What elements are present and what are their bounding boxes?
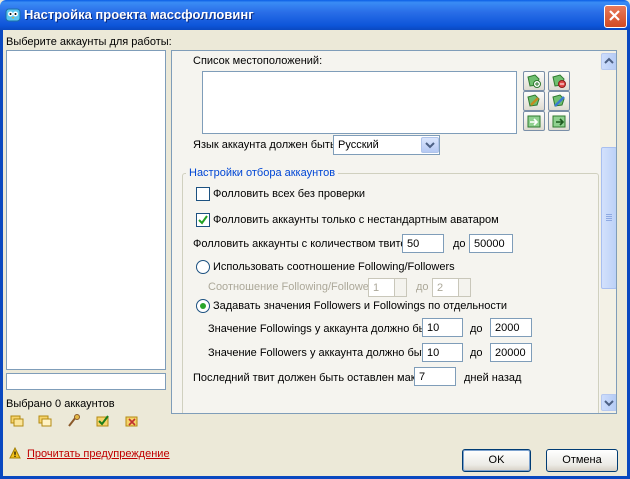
tweets-to-input[interactable]: 50000 <box>469 234 513 253</box>
chevron-down-icon <box>425 142 435 149</box>
separate-radio-label: Задавать значения Followers и Followings… <box>213 300 508 312</box>
checkmark-icon <box>198 215 208 225</box>
tweets-from-input[interactable]: 50 <box>402 234 444 253</box>
follow-all-label: Фолловить всех без проверки <box>213 188 366 200</box>
filter-group-title: Настройки отбора аккаунтов <box>186 167 339 179</box>
tweets-to-value: 50000 <box>474 238 505 250</box>
settings-panel: Список местоположений: Язык аккаунта дол… <box>171 50 617 414</box>
language-dropdown-button[interactable] <box>421 137 439 153</box>
add-location-button[interactable] <box>523 71 545 91</box>
edit-location-button[interactable] <box>523 91 545 111</box>
edit-location-icon <box>527 94 540 107</box>
chevron-up-icon <box>604 57 614 64</box>
followings-from-input[interactable]: 10 <box>422 318 463 337</box>
followings-to-input[interactable]: 2000 <box>490 318 532 337</box>
ok-button[interactable]: OK <box>462 449 531 472</box>
tweets-from-value: 50 <box>407 238 420 250</box>
scroll-down-button[interactable] <box>601 394 616 411</box>
locations-label: Список местоположений: <box>193 55 323 67</box>
search-icon[interactable] <box>66 413 82 429</box>
grip-line <box>606 214 612 215</box>
warning-icon <box>9 447 21 459</box>
last-tweet-days-input[interactable]: 7 <box>414 367 456 386</box>
window-title: Настройка проекта массфолловинг <box>24 7 254 22</box>
separate-radio[interactable] <box>196 299 210 313</box>
grip-line <box>606 216 612 217</box>
settings-content: Список местоположений: Язык аккаунта дол… <box>172 51 600 413</box>
cancel-button[interactable]: Отмена <box>546 449 618 472</box>
remove-location-icon <box>552 74 566 88</box>
app-owl-icon <box>5 8 21 22</box>
language-select[interactable]: Русский <box>333 135 440 155</box>
selected-count: Выбрано 0 аккаунтов <box>6 398 115 410</box>
export-location-button[interactable] <box>548 111 570 131</box>
radio-selected-dot <box>200 303 206 309</box>
settings-dialog: Настройка проекта массфолловинг Выберите… <box>0 0 630 479</box>
grip-line <box>606 218 612 219</box>
ok-button-label: OK <box>488 454 505 466</box>
followers-to-input[interactable]: 20000 <box>490 343 532 362</box>
followings-label: Значение Followings у аккаунта должно бы… <box>208 323 455 335</box>
ratio-radio[interactable] <box>196 260 210 274</box>
tweets-label: Фолловить аккаунты с количеством твитов … <box>193 238 430 250</box>
nonstandard-avatar-checkbox[interactable] <box>196 213 210 227</box>
check-icon[interactable] <box>95 413 111 429</box>
followers-label: Значение Followers у аккаунта должно быт… <box>208 347 450 359</box>
export-icon <box>552 115 566 128</box>
select-all-icon[interactable] <box>9 413 25 429</box>
ratio-to-value: 2 <box>437 282 444 294</box>
grip-line <box>606 220 612 221</box>
followers-to-label: до <box>470 347 483 359</box>
cancel-button-label: Отмена <box>562 454 602 466</box>
followers-to-value: 20000 <box>495 347 526 359</box>
chevron-down-icon <box>604 400 614 407</box>
locations-list[interactable] <box>202 71 517 134</box>
tweets-to-label: до <box>453 238 466 250</box>
days-ago-label: дней назад <box>464 372 522 384</box>
accounts-label: Выберите аккаунты для работы: <box>6 36 172 48</box>
title-bar[interactable]: Настройка проекта массфолловинг <box>0 0 630 30</box>
nonstandard-avatar-label: Фолловить аккаунты только с нестандартны… <box>213 214 499 226</box>
ratio-to-label: до <box>416 281 429 293</box>
accounts-list[interactable] <box>6 50 166 370</box>
close-icon <box>609 10 620 21</box>
vertical-scrollbar[interactable] <box>600 51 616 413</box>
followers-from-input[interactable]: 10 <box>422 343 463 362</box>
uncheck-icon[interactable] <box>124 413 140 429</box>
import-icon <box>527 115 541 128</box>
ratio-to-spin-buttons[interactable] <box>458 279 470 296</box>
accounts-filter-input[interactable] <box>6 373 166 390</box>
scroll-thumb[interactable] <box>601 147 616 289</box>
ratio-from-spin-buttons[interactable] <box>394 279 406 296</box>
ratio-radio-label: Использовать соотношение Following/Follo… <box>213 261 455 273</box>
warning-link[interactable]: Прочитать предупреждение <box>27 448 170 460</box>
edit-location-alt-button[interactable] <box>548 91 570 111</box>
followings-to-value: 2000 <box>495 322 520 334</box>
window-frame-left <box>0 30 3 479</box>
last-tweet-label: Последний твит должен быть оставлен макс… <box>193 372 451 384</box>
add-location-icon <box>527 74 541 88</box>
ratio-to-spinner[interactable]: 2 <box>432 278 471 297</box>
language-label: Язык аккаунта должен быть: <box>193 139 339 151</box>
language-value: Русский <box>338 139 379 151</box>
pencil-icon <box>552 94 565 107</box>
follow-all-checkbox[interactable] <box>196 187 210 201</box>
deselect-icon[interactable] <box>37 413 53 429</box>
followings-from-value: 10 <box>427 322 440 334</box>
last-tweet-days-value: 7 <box>419 371 426 383</box>
close-button[interactable] <box>604 5 627 28</box>
import-location-button[interactable] <box>523 111 545 131</box>
remove-location-button[interactable] <box>548 71 570 91</box>
ratio-from-value: 1 <box>373 282 380 294</box>
followers-from-value: 10 <box>427 347 440 359</box>
followings-to-label: до <box>470 323 483 335</box>
ratio-from-spinner[interactable]: 1 <box>368 278 407 297</box>
scroll-up-button[interactable] <box>601 53 616 70</box>
